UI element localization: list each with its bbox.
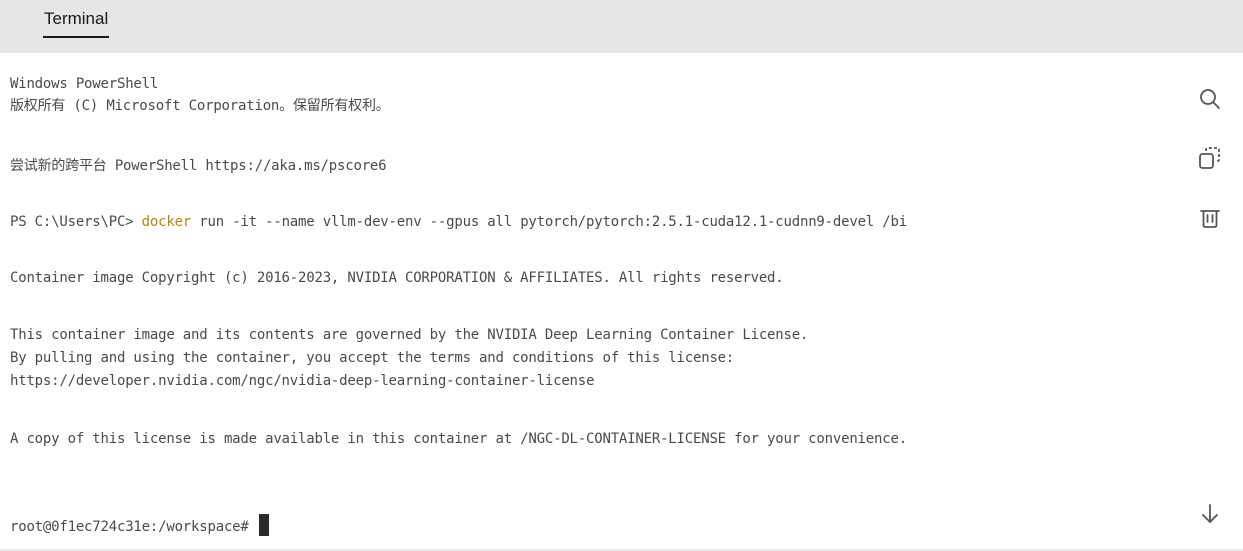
command-name: docker [141, 214, 192, 230]
tab-bar: Terminal [0, 0, 1243, 53]
tab-terminal[interactable]: Terminal [43, 8, 110, 38]
copy-button[interactable] [1192, 140, 1228, 176]
terminal-line: 尝试新的跨平台 PowerShell https://aka.ms/pscore… [10, 158, 387, 174]
trash-icon [1198, 206, 1222, 230]
clear-button[interactable] [1192, 200, 1228, 236]
terminal-line: 版权所有 (C) Microsoft Corporation。保留所有权利。 [10, 98, 390, 114]
terminal-line: Windows PowerShell [10, 76, 159, 92]
search-icon [1198, 87, 1222, 111]
scroll-to-bottom-button[interactable] [1192, 496, 1228, 532]
terminal-line: By pulling and using the container, you … [10, 350, 735, 366]
prompt-prefix: PS C:\Users\PC> [10, 214, 142, 230]
terminal-line: Container image Copyright (c) 2016-2023,… [10, 270, 784, 286]
copy-icon [1197, 145, 1223, 171]
terminal-line: A copy of this license is made available… [10, 431, 907, 447]
terminal-prompt-line[interactable]: root@0f1ec724c31e:/workspace# [10, 514, 269, 536]
terminal-line: https://developer.nvidia.com/ngc/nvidia-… [10, 373, 595, 389]
terminal-command-line: PS C:\Users\PC> docker run -it --name vl… [10, 213, 907, 231]
terminal-output[interactable]: Windows PowerShell 版权所有 (C) Microsoft Co… [0, 53, 1243, 551]
arrow-down-icon [1198, 502, 1222, 526]
shell-prompt: root@0f1ec724c31e:/workspace# [10, 519, 257, 535]
terminal-line: This container image and its contents ar… [10, 327, 809, 343]
search-button[interactable] [1192, 81, 1228, 117]
command-args: run -it --name vllm-dev-env --gpus all p… [191, 214, 907, 230]
terminal-cursor [258, 514, 269, 536]
